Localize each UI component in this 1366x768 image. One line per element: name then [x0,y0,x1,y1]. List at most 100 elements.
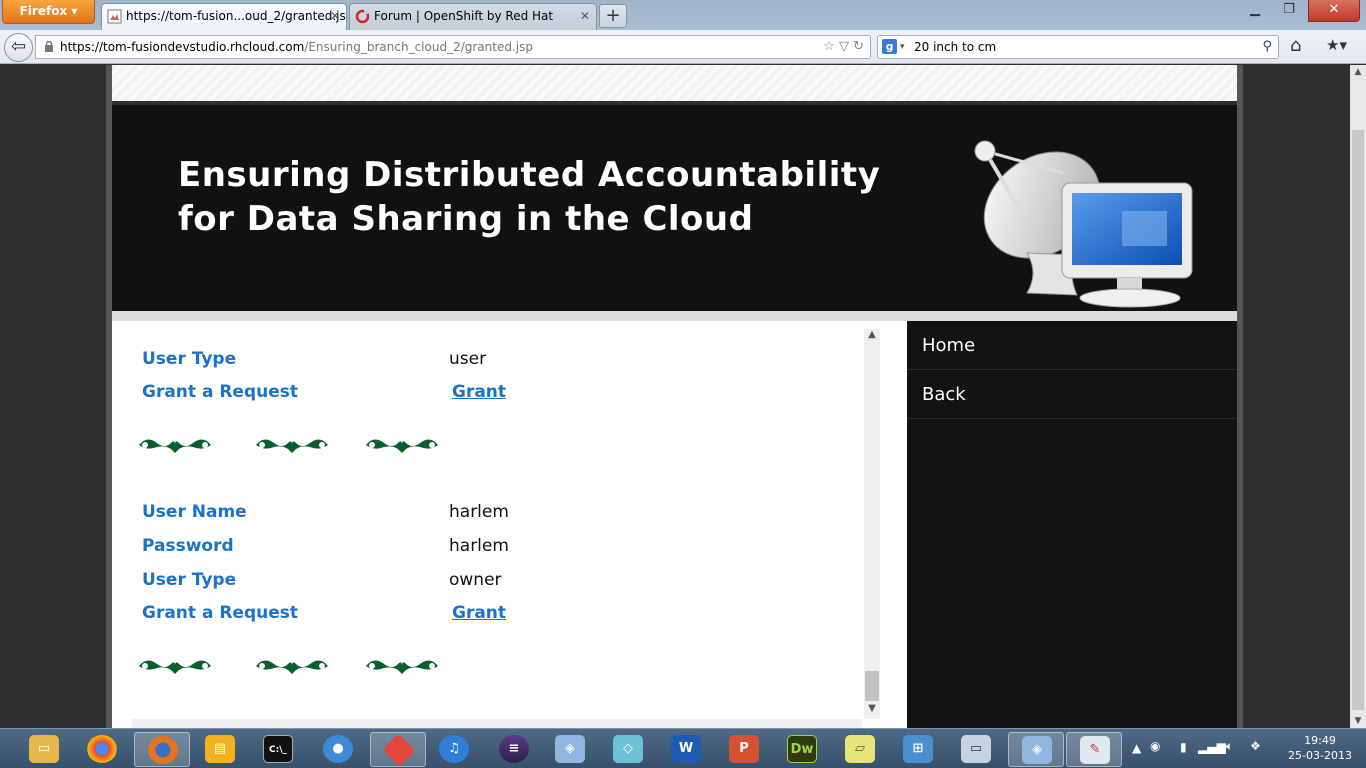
flourish-icon [137,435,213,455]
field-label: Grant a Request [142,382,299,402]
show-hidden-icons-icon[interactable]: ▲ [1132,741,1141,755]
scroll-up-arrow-icon[interactable]: ▲ [864,329,880,345]
openshift-icon [355,9,370,24]
search-bar[interactable]: g ▾ 20 inch to cm ⚲ [877,35,1279,59]
files-icon[interactable]: ▤ [192,732,248,767]
nav-home-link[interactable]: Home [907,321,1237,370]
tab-title: Forum | OpenShift by Red Hat [374,9,554,23]
search-engine-dropdown-icon[interactable]: ▾ [900,36,905,58]
scroll-thumb[interactable] [865,671,879,701]
field-label: User Type [142,349,237,369]
firefox-menu-label: Firefox [19,4,68,18]
clock[interactable]: 19:49 25-03-2013 [1285,733,1355,763]
back-button[interactable]: ⇦ [4,33,33,62]
firefox-menu-button[interactable]: Firefox ▾ [2,0,95,24]
field-value: owner [449,570,502,590]
tab-openshift-forum[interactable]: Forum | OpenShift by Red Hat ✕ [349,3,597,30]
minimize-button[interactable]: ▁ [1240,0,1270,22]
network-icon[interactable]: ◉ [1150,739,1160,753]
grant-link[interactable]: Grant [452,382,506,402]
field-value: user [449,349,487,369]
main-content: User Type user Grant a Request Grant Use… [112,321,907,728]
scroll-up-arrow-icon[interactable]: ▲ [1350,67,1366,77]
battery-icon[interactable]: ▮ [1180,740,1187,754]
clock-date: 25-03-2013 [1288,749,1352,762]
powerpoint-icon[interactable]: P [716,732,772,767]
git-icon[interactable] [370,732,426,767]
flourish-icon [137,656,213,676]
page-icon [107,9,122,24]
page-viewport: Ensuring Distributed Accountability for … [0,65,1350,728]
sidebar-nav: Home Back [907,321,1237,728]
tab-granted[interactable]: https://tom-fusion...oud_2/granted.jsp ✕ [101,3,347,30]
url-domain: https://tom-fusiondevstudio.rhcloud.com [60,40,305,54]
flourish-icon [364,435,440,455]
field-value: harlem [449,502,509,522]
dreamweaver-icon[interactable]: Dw [774,732,830,767]
scroll-down-arrow-icon[interactable]: ▼ [864,703,880,719]
site-title: Ensuring Distributed Accountability for … [178,153,880,241]
windows-taskbar: ▭ ▤ C:\_ ● ♫ ≡ ◈ ◇ W P Dw ▱ ⊞ ▭ ◈ ✎ ▲ ◉ … [0,728,1366,768]
field-label: Password [142,536,234,556]
itunes-icon[interactable]: ♫ [426,732,482,767]
maximize-button[interactable]: ❐ [1274,0,1304,22]
dropbox-icon[interactable]: ❖ [1250,739,1261,753]
gadget-icon[interactable]: ◇ [600,732,656,767]
grant-link[interactable]: Grant [452,603,506,623]
site-title-line-2: for Data Sharing in the Cloud [178,199,754,239]
page-scrollbar[interactable]: ▲ ▼ [1350,65,1366,728]
app-blue-icon[interactable]: ● [310,732,366,767]
tab-title: https://tom-fusion...oud_2/granted.jsp [126,9,347,23]
scroll-down-arrow-icon[interactable]: ▼ [1350,716,1366,726]
search-icon[interactable]: ⚲ [1262,36,1272,58]
url-bar[interactable]: https://tom-fusiondevstudio.rhcloud.com/… [35,35,871,59]
sticky-notes-icon[interactable]: ▱ [832,732,888,767]
reload-icon[interactable]: ↻ [853,39,864,54]
title-bar: Firefox ▾ https://tom-fusion...oud_2/gra… [0,0,1366,30]
flourish-icon [254,656,330,676]
page-right-border [1237,65,1243,728]
search-input[interactable]: 20 inch to cm [914,40,996,54]
new-tab-button[interactable]: + [599,4,627,28]
word-icon[interactable]: W [658,732,714,767]
dropdown-arrow-icon[interactable]: ▽ [839,39,849,54]
field-label: User Name [142,502,247,522]
virtualbox-icon[interactable]: ◈ [542,732,598,767]
clock-time: 19:49 [1304,734,1336,747]
field-label: Grant a Request [142,603,299,623]
lock-icon [45,41,53,52]
content-horizontal-scrollbar[interactable] [132,719,862,728]
field-label: User Type [142,570,237,590]
header-pattern-strip [112,65,1237,101]
site-banner: Ensuring Distributed Accountability for … [112,105,1237,311]
flourish-icon [254,435,330,455]
monitor-icon[interactable]: ▭ [948,732,1004,767]
chrome-icon[interactable] [74,732,130,767]
flourish-icon [364,656,440,676]
signal-icon[interactable]: ▂▄▆ [1198,740,1226,754]
bookmark-star-icon[interactable]: ☆ [823,39,835,54]
site-title-line-1: Ensuring Distributed Accountability [178,155,881,195]
field-value: harlem [449,536,509,556]
command-prompt-icon[interactable]: C:\_ [250,732,306,767]
bookmarks-menu-icon[interactable]: ★▾ [1326,36,1347,54]
firefox-icon[interactable] [134,732,190,767]
paint-icon[interactable]: ✎ [1066,732,1122,767]
back-arrow-icon: ⇦ [10,36,27,57]
eclipse-icon[interactable]: ≡ [486,732,542,767]
control-panel-icon[interactable]: ⊞ [890,732,946,767]
nav-back-link[interactable]: Back [907,370,1237,419]
explorer-icon[interactable]: ▭ [16,732,72,767]
home-icon[interactable]: ⌂ [1290,35,1301,56]
page-scroll-thumb[interactable] [1352,130,1364,710]
close-window-button[interactable]: ✕ [1308,0,1360,22]
content-vertical-scrollbar[interactable]: ▲ ▼ [864,329,880,719]
virtualbox-2-icon[interactable]: ◈ [1008,732,1064,767]
volume-icon[interactable]: 🔈︎ [1226,739,1233,754]
url-path: /Ensuring_branch_cloud_2/granted.jsp [304,40,533,54]
google-icon[interactable]: g [882,39,897,54]
tab-close-icon[interactable]: ✕ [580,4,590,29]
tab-close-icon[interactable]: ✕ [330,4,340,29]
satellite-computer-icon [974,140,1193,308]
url-bar-actions: ☆ ▽ ↻ [823,36,864,58]
